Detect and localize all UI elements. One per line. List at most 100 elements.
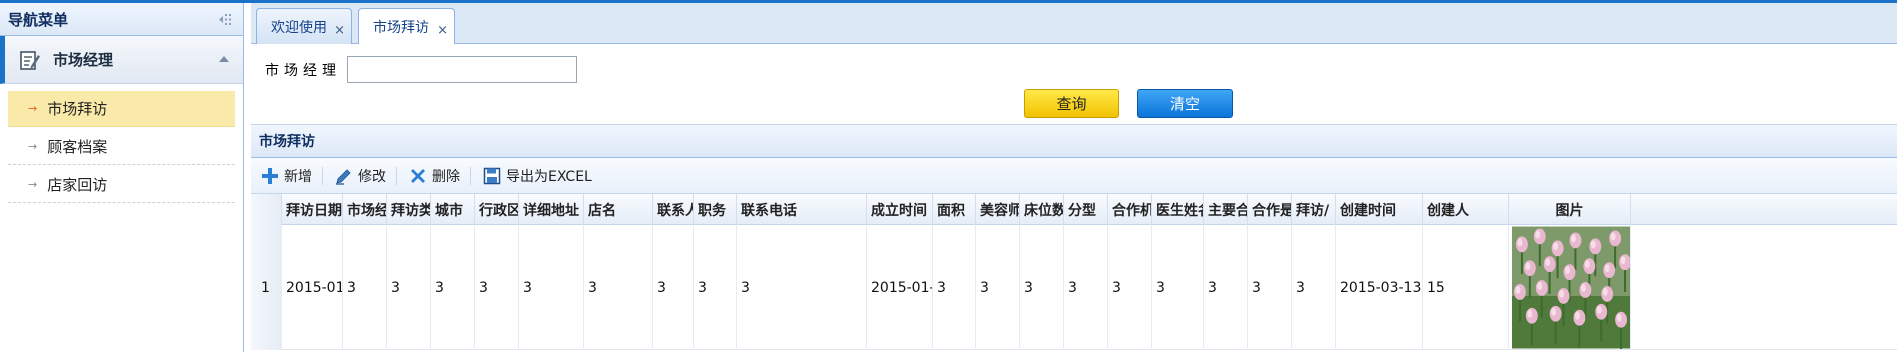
nav-group-market-manager[interactable]: 市场经理 bbox=[0, 36, 243, 84]
table-cell: 3 bbox=[475, 225, 519, 350]
delete-label: 删除 bbox=[432, 168, 460, 185]
column-header-label: 面积 bbox=[937, 202, 965, 219]
toolbar-separator bbox=[322, 166, 323, 185]
column-header[interactable]: 创建人 bbox=[1423, 194, 1509, 225]
table-cell: 15 bbox=[1423, 225, 1509, 350]
column-header[interactable]: 主要合 bbox=[1204, 194, 1248, 225]
column-header[interactable]: 职务 bbox=[694, 194, 737, 225]
column-header[interactable]: 行政区 bbox=[475, 194, 519, 225]
search-form: 市场经理 查询 清空 bbox=[251, 44, 1897, 125]
tab-label: 市场拜访 bbox=[373, 20, 429, 36]
table-cell: 3 bbox=[1152, 225, 1204, 350]
collapse-panel-icon[interactable] bbox=[219, 14, 233, 25]
column-header[interactable]: 拜访日期▲ bbox=[282, 194, 343, 225]
table-cell: 3 bbox=[933, 225, 976, 350]
column-header-label: 拜访/ bbox=[1296, 202, 1330, 219]
column-header-label: 市场经 bbox=[347, 202, 387, 219]
column-header[interactable]: 合作是 bbox=[1248, 194, 1292, 225]
column-header[interactable]: 市场经 bbox=[343, 194, 387, 225]
table-cell: 3 bbox=[1108, 225, 1152, 350]
add-label: 新增 bbox=[284, 168, 312, 185]
navigation-panel: 导航菜单 市场经理 → 市场拜访 → 顾客档案 → 店家回访 bbox=[0, 3, 244, 352]
column-header-label: 联系电话 bbox=[741, 202, 797, 219]
column-header[interactable]: 图片 bbox=[1509, 194, 1631, 225]
clear-button[interactable]: 清空 bbox=[1137, 89, 1233, 118]
nav-item-market-visit[interactable]: → 市场拜访 bbox=[8, 91, 235, 127]
market-manager-label: 市场经理 bbox=[265, 63, 341, 79]
column-header[interactable]: 拜访类 bbox=[387, 194, 431, 225]
nav-item-label: 顾客档案 bbox=[47, 138, 108, 156]
table-cell: 3 bbox=[387, 225, 431, 350]
nav-item-customer-archive[interactable]: → 顾客档案 bbox=[8, 129, 235, 165]
table-cell: 3 bbox=[1204, 225, 1248, 350]
table-cell: 3 bbox=[976, 225, 1020, 350]
column-header-label: 创建时间 bbox=[1340, 202, 1396, 219]
column-header[interactable]: 美容师 bbox=[976, 194, 1020, 225]
table-cell: 3 bbox=[1020, 225, 1064, 350]
delete-x-icon bbox=[411, 168, 425, 183]
column-header[interactable]: 分型 bbox=[1064, 194, 1108, 225]
column-header[interactable]: 创建时间 bbox=[1336, 194, 1423, 225]
table-cell: 2015-01-03 bbox=[282, 225, 343, 350]
column-header-label: 创建人 bbox=[1427, 202, 1469, 219]
column-header[interactable]: 面积 bbox=[933, 194, 976, 225]
nav-group-label: 市场经理 bbox=[53, 51, 114, 69]
panel-title: 市场拜访 bbox=[251, 125, 1897, 158]
nav-item-store-revisit[interactable]: → 店家回访 bbox=[8, 167, 235, 203]
nav-item-label: 店家回访 bbox=[47, 176, 108, 194]
market-manager-input[interactable] bbox=[347, 56, 577, 83]
column-header[interactable]: 成立时间 bbox=[867, 194, 933, 225]
table-cell: 3 bbox=[1064, 225, 1108, 350]
column-header-label: 详细地址 bbox=[523, 202, 579, 219]
column-header[interactable]: 床位数 bbox=[1020, 194, 1064, 225]
table-cell: 3 bbox=[584, 225, 653, 350]
edit-button[interactable]: 修改 bbox=[335, 166, 386, 186]
export-label: 导出为EXCEL bbox=[506, 168, 592, 185]
column-header-label: 合作机 bbox=[1112, 202, 1152, 219]
table-cell: 3 bbox=[1248, 225, 1292, 350]
row-number: 1 bbox=[251, 225, 282, 350]
table-row[interactable]: 12015-01-033333333332015-01-033333333332… bbox=[251, 225, 1897, 350]
query-button[interactable]: 查询 bbox=[1024, 89, 1119, 118]
column-header[interactable]: 联系电话 bbox=[737, 194, 867, 225]
table-cell: 2015-03-13 bbox=[1336, 225, 1423, 350]
data-grid: 拜访日期▲市场经拜访类城市行政区详细地址店名 联系人职务联系电话 成立时间面积美容师… bbox=[251, 194, 1897, 350]
close-tab-icon[interactable]: × bbox=[437, 23, 448, 38]
tab-label: 欢迎使用 bbox=[271, 19, 327, 36]
column-header-label: 拜访日期 bbox=[286, 202, 342, 219]
collapse-caret-icon[interactable] bbox=[219, 56, 229, 62]
nav-list: → 市场拜访 → 顾客档案 → 店家回访 bbox=[0, 84, 243, 203]
arrow-right-icon: → bbox=[28, 140, 38, 153]
tulip-photo-image bbox=[1512, 226, 1630, 349]
nav-item-label: 市场拜访 bbox=[47, 100, 108, 118]
close-tab-icon[interactable]: × bbox=[334, 23, 345, 38]
table-cell: 3 bbox=[1292, 225, 1336, 350]
tab-market-visit[interactable]: 市场拜访 × bbox=[358, 8, 455, 45]
column-header[interactable]: 城市 bbox=[431, 194, 475, 225]
column-header[interactable]: 拜访/ bbox=[1292, 194, 1336, 225]
column-header-label: 职务 bbox=[698, 202, 726, 219]
pencil-icon bbox=[336, 168, 351, 185]
column-header[interactable]: 医生姓名 bbox=[1152, 194, 1204, 225]
column-header-label: 图片 bbox=[1555, 202, 1584, 219]
main-area: 欢迎使用 × 市场拜访 × 市场经理 查询 清空 市场拜访 新增 修改 删除 导… bbox=[251, 3, 1897, 352]
table-cell: 3 bbox=[737, 225, 867, 350]
column-header-label: 合作是 bbox=[1252, 202, 1292, 219]
tab-welcome[interactable]: 欢迎使用 × bbox=[256, 8, 352, 44]
table-cell: 3 bbox=[343, 225, 387, 350]
grid-toolbar: 新增 修改 删除 导出为EXCEL bbox=[251, 158, 1897, 194]
column-header-label: 医生姓名 bbox=[1156, 202, 1203, 219]
column-header-label: 成立时间 bbox=[871, 202, 927, 219]
add-button[interactable]: 新增 bbox=[261, 166, 312, 186]
column-header[interactable]: 详细地址 bbox=[519, 194, 584, 225]
table-cell: 2015-01-03 bbox=[867, 225, 933, 350]
column-header[interactable]: 店名 bbox=[584, 194, 653, 225]
export-excel-button[interactable]: 导出为EXCEL bbox=[483, 166, 592, 186]
delete-button[interactable]: 删除 bbox=[409, 166, 460, 186]
column-header[interactable]: 合作机 bbox=[1108, 194, 1152, 225]
edit-document-icon bbox=[20, 50, 40, 70]
nav-header: 导航菜单 bbox=[0, 3, 243, 36]
column-header[interactable]: 联系人 bbox=[653, 194, 694, 225]
edit-label: 修改 bbox=[358, 168, 386, 185]
save-disk-icon bbox=[483, 167, 501, 184]
